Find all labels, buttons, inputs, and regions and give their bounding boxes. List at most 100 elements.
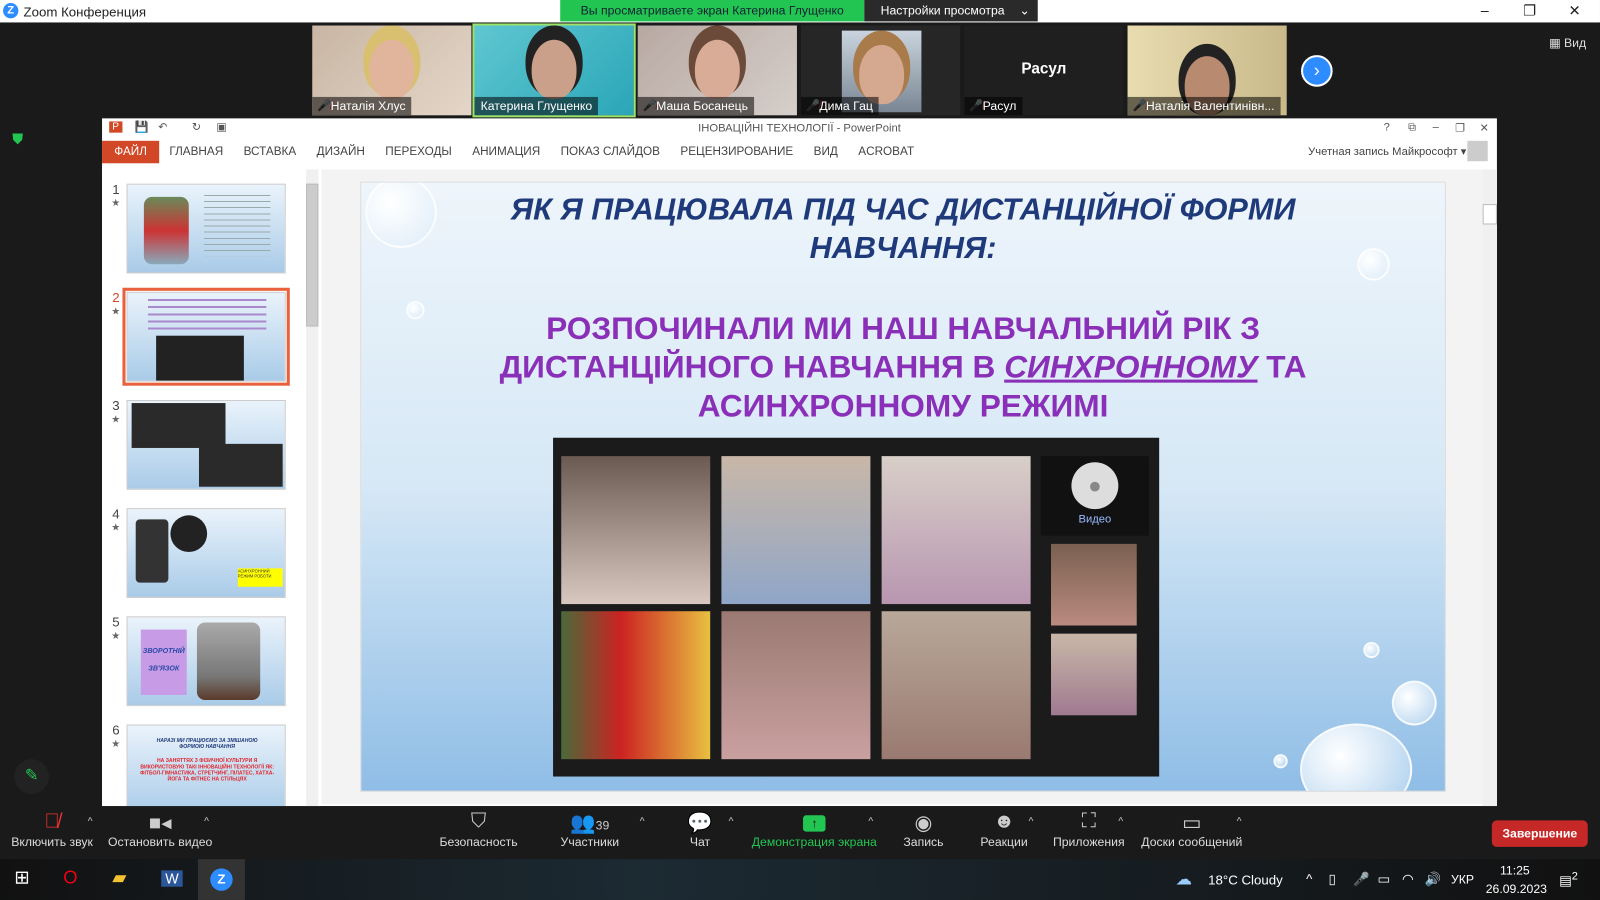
next-page-arrow-icon[interactable]: › bbox=[1301, 55, 1333, 87]
chevron-up-icon[interactable]: ^ bbox=[640, 816, 645, 827]
language-indicator[interactable]: УКР bbox=[1451, 872, 1474, 886]
star-icon: ★ bbox=[111, 630, 121, 642]
weather-text[interactable]: 18°C Cloudy bbox=[1208, 872, 1283, 887]
participant-tile[interactable]: 🎤̸Наталія Валентинівн... bbox=[1127, 25, 1287, 116]
user-avatar-icon[interactable] bbox=[1467, 140, 1488, 162]
record-icon: ◉ bbox=[914, 812, 933, 835]
clock-date[interactable]: 26.09.2023 bbox=[1486, 882, 1547, 896]
slide-title-line: ЯК Я ПРАЦЮВАЛА ПІД ЧАС ДИСТАНЦІЙНОЇ ФОРМ… bbox=[510, 192, 1296, 227]
chevron-up-icon[interactable]: ^ bbox=[1118, 816, 1123, 827]
show-hidden-icons[interactable]: ^ bbox=[1306, 871, 1312, 886]
participant-tile[interactable]: 🎤̸Наталія Хлус bbox=[312, 25, 472, 116]
slide-body-line: ДИСТАНЦІЙНОГО НАВЧАННЯ В СИНХРОННОМУ ТА bbox=[361, 348, 1445, 387]
tab-file[interactable]: ФАЙЛ bbox=[102, 140, 160, 164]
clock-time[interactable]: 11:25 bbox=[1500, 863, 1530, 877]
participant-name: Дима Гац bbox=[801, 96, 880, 116]
ppt-title: ІНОВАЦІЙНІ ТЕХНОЛОГІЇ - PowerPoint bbox=[698, 122, 901, 135]
account-menu[interactable]: Учетная запись Майкрософт ▾ bbox=[1308, 145, 1466, 158]
windows-start-icon[interactable]: ⊞ bbox=[14, 867, 29, 888]
button-label: Включить звук bbox=[11, 834, 93, 849]
slide-thumbnail-3[interactable] bbox=[126, 399, 286, 490]
tab-design[interactable]: ДИЗАЙН bbox=[306, 146, 375, 158]
view-settings-dropdown[interactable]: Настройки просмотра ⌄ bbox=[864, 0, 1038, 22]
participant-tile[interactable]: 🎤̸Дима Гац bbox=[801, 25, 961, 116]
participant-no-video-name: Расул bbox=[1021, 60, 1067, 78]
thumb-body: НА ЗАНЯТТЯХ З ФІЗИЧНОЇ КУЛЬТУРИ Я ВИКОРИ… bbox=[140, 758, 275, 783]
tab-insert[interactable]: ВСТАВКА bbox=[233, 146, 306, 158]
slide-scrollbar[interactable] bbox=[1482, 169, 1497, 807]
participant-name: Наталія Хлус bbox=[312, 96, 412, 116]
participant-tile[interactable]: Расул🎤̸Расул bbox=[964, 25, 1124, 116]
slide-number: 4 bbox=[112, 506, 120, 522]
quick-access-toolbar: P 💾 ↶ ↻ ▣ ІНОВАЦІЙНІ ТЕХНОЛОГІЇ - PowerP… bbox=[102, 118, 1497, 140]
tab-slideshow[interactable]: ПОКАЗ СЛАЙДОВ bbox=[550, 146, 670, 158]
thumbnail-scrollbar[interactable] bbox=[306, 169, 319, 807]
minimize-button[interactable]: – bbox=[1469, 2, 1500, 18]
current-slide: ЯК Я ПРАЦЮВАЛА ПІД ЧАС ДИСТАНЦІЙНОЇ ФОРМ… bbox=[360, 181, 1446, 792]
unmute-button[interactable]: 🎙̸ Включить звук ^ bbox=[8, 810, 96, 849]
video-cell-no-video: ● Видео bbox=[1040, 456, 1149, 536]
view-button[interactable]: ▦ Вид bbox=[1549, 36, 1586, 50]
slide-text: ТА bbox=[1257, 348, 1307, 385]
tab-view[interactable]: ВИД bbox=[803, 146, 848, 158]
close-button[interactable]: ✕ bbox=[1559, 2, 1590, 19]
button-label: Безопасность bbox=[439, 834, 518, 849]
apps-button[interactable]: ⛶ Приложения ^ bbox=[1051, 810, 1127, 849]
slide-thumbnail-1[interactable] bbox=[126, 183, 286, 274]
battery-icon[interactable]: ▭ bbox=[1378, 871, 1391, 887]
slide-number: 6 bbox=[112, 722, 120, 738]
notification-count: 2 bbox=[1571, 870, 1578, 883]
slide-thumbnail-2[interactable] bbox=[122, 287, 290, 386]
video-grid-screenshot: ● Видео bbox=[553, 437, 1160, 777]
star-icon: ★ bbox=[111, 522, 121, 534]
avatar-icon: ● bbox=[1071, 462, 1119, 510]
share-screen-button[interactable]: ↑ Демонстрация экрана ^ bbox=[750, 810, 879, 849]
participant-tile-active-speaker[interactable]: Катерина Глущенко bbox=[472, 23, 636, 118]
chat-button[interactable]: 💬 Чат ^ bbox=[680, 810, 733, 849]
opera-icon[interactable]: O bbox=[63, 867, 77, 888]
tab-home[interactable]: ГЛАВНАЯ bbox=[159, 146, 233, 158]
chevron-up-icon[interactable]: ^ bbox=[88, 816, 93, 827]
help-icon[interactable]: ? bbox=[1384, 121, 1390, 133]
ppt-minimize-button[interactable]: – bbox=[1433, 121, 1439, 133]
stop-video-button[interactable]: ■◂ Остановить видео ^ bbox=[106, 810, 214, 849]
chevron-up-icon[interactable]: ^ bbox=[1029, 816, 1034, 827]
record-button[interactable]: ◉ Запись bbox=[898, 810, 949, 849]
chevron-up-icon[interactable]: ^ bbox=[204, 816, 209, 827]
tab-transitions[interactable]: ПЕРЕХОДЫ bbox=[375, 146, 462, 158]
word-icon[interactable]: W bbox=[161, 870, 183, 887]
reactions-button[interactable]: ☻ Реакции ^ bbox=[976, 810, 1033, 849]
annotate-pen-icon[interactable]: ✎ bbox=[14, 759, 49, 794]
security-button[interactable]: ⛉ Безопасность bbox=[437, 810, 521, 849]
encryption-shield-icon[interactable]: ⛊ bbox=[12, 131, 23, 148]
ppt-close-button[interactable]: ✕ bbox=[1480, 121, 1489, 134]
restore-button[interactable]: ❐ bbox=[1514, 2, 1545, 19]
notifications-icon[interactable]: ▤2 bbox=[1559, 870, 1578, 889]
file-explorer-icon[interactable]: ▰ bbox=[112, 867, 126, 888]
ribbon-display-icon[interactable]: ⧉ bbox=[1408, 121, 1416, 134]
grid-icon: ▦ bbox=[1548, 35, 1564, 50]
slide-thumbnail-4[interactable]: АСИНХРОННИЙ РЕЖИМ РОБОТИ bbox=[126, 508, 286, 598]
chevron-up-icon[interactable]: ^ bbox=[1237, 816, 1242, 827]
chevron-up-icon[interactable]: ^ bbox=[868, 816, 873, 827]
slide-thumbnail-5[interactable]: ЗВОРОТНІЙ ЗВ'ЯЗОК bbox=[126, 616, 286, 707]
end-meeting-button[interactable]: Завершение bbox=[1491, 820, 1588, 847]
volume-icon[interactable]: 🔊 bbox=[1424, 871, 1441, 887]
slide-thumbnail-6[interactable]: НАРАЗІ МИ ПРАЦЮЄМО ЗА ЗМІШАНОЮ ФОРМОЮ НА… bbox=[126, 724, 286, 807]
tab-animations[interactable]: АНИМАЦИЯ bbox=[462, 146, 550, 158]
participant-tile[interactable]: 🎤̸Маша Босанець bbox=[637, 25, 797, 116]
wifi-icon[interactable]: ◠ bbox=[1402, 871, 1414, 887]
star-icon: ★ bbox=[111, 306, 121, 318]
tab-review[interactable]: РЕЦЕНЗИРОВАНИЕ bbox=[670, 146, 803, 158]
chevron-up-icon[interactable]: ^ bbox=[729, 816, 734, 827]
ppt-restore-button[interactable]: ❐ bbox=[1455, 121, 1465, 134]
whiteboards-button[interactable]: ▭ Доски сообщений ^ bbox=[1139, 810, 1245, 849]
video-cell bbox=[561, 456, 711, 605]
window-title: Zoom Конференция bbox=[23, 4, 147, 20]
participants-button[interactable]: 👥39 Участники ^ bbox=[556, 810, 645, 849]
view-label: Вид bbox=[1563, 35, 1587, 50]
zoom-taskbar-icon[interactable]: Z bbox=[197, 859, 245, 900]
viewing-banner: Вы просматриваете экран Катерина Глущенк… bbox=[560, 0, 865, 22]
tab-acrobat[interactable]: ACROBAT bbox=[848, 146, 924, 158]
slide-body-line: РОЗПОЧИНАЛИ МИ НАШ НАВЧАЛЬНИЙ РІК З bbox=[546, 310, 1261, 346]
